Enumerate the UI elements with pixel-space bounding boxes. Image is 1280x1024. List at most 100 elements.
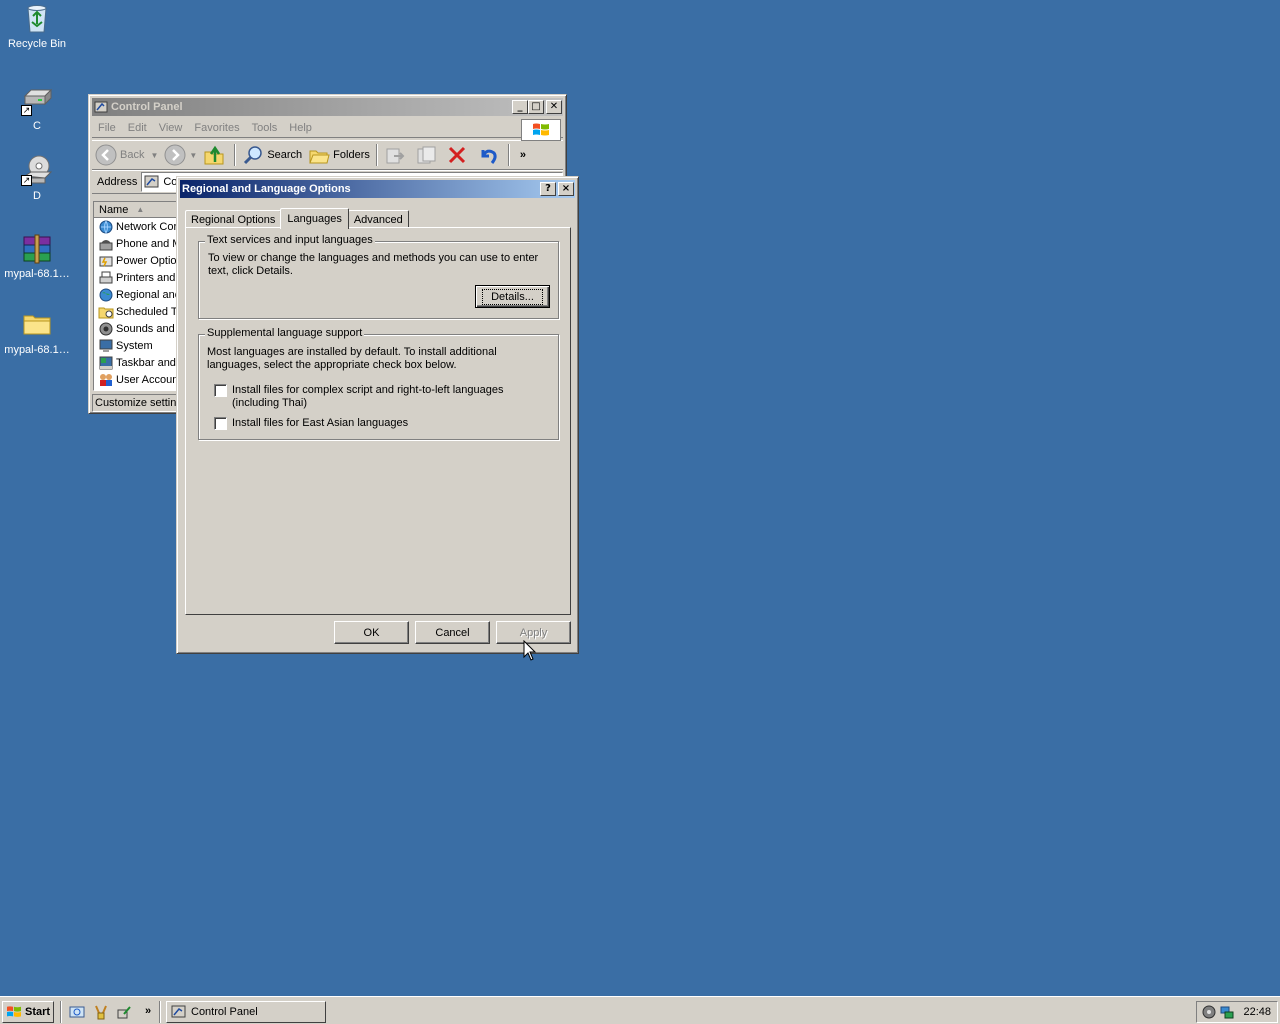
toolbar-separator bbox=[507, 144, 510, 166]
desktop-icon-recycle-bin[interactable]: Recycle Bin bbox=[0, 2, 74, 51]
speaker-icon bbox=[99, 322, 113, 335]
move-to-button[interactable] bbox=[381, 143, 412, 167]
shortcut-arrow-icon: ↗ bbox=[21, 105, 32, 116]
close-button[interactable]: ✕ bbox=[546, 100, 562, 114]
tab-advanced[interactable]: Advanced bbox=[347, 210, 409, 228]
tray-network-icon[interactable] bbox=[1219, 1004, 1235, 1020]
menu-edit[interactable]: Edit bbox=[122, 122, 153, 134]
menu-tools[interactable]: Tools bbox=[246, 122, 284, 134]
cancel-button[interactable]: Cancel bbox=[415, 621, 490, 644]
search-button[interactable]: Search bbox=[239, 143, 305, 167]
text-services-description: To view or change the languages and meth… bbox=[208, 252, 539, 277]
menu-file[interactable]: File bbox=[92, 122, 122, 134]
menu-view[interactable]: View bbox=[153, 122, 189, 134]
taskbar-button-label: Control Panel bbox=[191, 1006, 258, 1018]
tab-regional-options[interactable]: Regional Options bbox=[185, 210, 282, 228]
languages-tab-panel: Text services and input languages To vie… bbox=[185, 227, 571, 615]
back-button[interactable]: Back ▼ bbox=[92, 143, 161, 167]
desktop-icon-mypal-archive[interactable]: mypal-68.1… bbox=[0, 232, 74, 281]
toolbar-separator bbox=[375, 144, 378, 166]
address-label: Address bbox=[97, 176, 138, 188]
text-services-group: Text services and input languages To vie… bbox=[198, 234, 559, 319]
toolbar-separator bbox=[234, 144, 237, 166]
phone-icon bbox=[99, 239, 113, 250]
east-asian-checkbox[interactable] bbox=[214, 417, 227, 430]
taskbar-button-control-panel[interactable]: Control Panel bbox=[166, 1001, 326, 1023]
up-folder-icon bbox=[204, 145, 224, 165]
clock[interactable]: 22:48 bbox=[1243, 1006, 1271, 1018]
list-item-label: Scheduled T bbox=[116, 305, 178, 318]
desktop-icon-label: mypal-68.1… bbox=[4, 268, 70, 280]
back-label: Back bbox=[120, 149, 145, 161]
control-panel-icon bbox=[144, 175, 159, 188]
control-panel-titlebar[interactable]: Control Panel _ □ ✕ bbox=[92, 98, 563, 116]
east-asian-checkbox-label[interactable]: Install files for East Asian languages bbox=[232, 417, 552, 430]
list-item-label: System bbox=[116, 339, 153, 352]
complex-script-checkbox[interactable] bbox=[214, 384, 227, 397]
control-panel-icon bbox=[171, 1005, 186, 1018]
ok-button[interactable]: OK bbox=[334, 621, 409, 644]
help-button[interactable]: ? bbox=[540, 182, 556, 196]
group-title: Supplemental language support bbox=[205, 327, 365, 339]
undo-button[interactable] bbox=[474, 143, 505, 167]
menu-favorites[interactable]: Favorites bbox=[188, 122, 245, 134]
folders-button[interactable]: Folders bbox=[305, 143, 373, 167]
quick-launch-separator bbox=[60, 1001, 62, 1023]
back-arrow-icon bbox=[95, 144, 117, 166]
settings-tools-icon[interactable] bbox=[116, 1004, 132, 1020]
shortcut-arrow-icon: ↗ bbox=[21, 175, 32, 186]
sort-ascending-icon: ▲ bbox=[136, 205, 145, 214]
start-button[interactable]: Start bbox=[2, 1001, 54, 1023]
tab-languages[interactable]: Languages bbox=[280, 208, 349, 229]
tray-speaker-icon[interactable] bbox=[1201, 1004, 1217, 1020]
desktop-icon-mypal-folder[interactable]: mypal-68.1… bbox=[0, 308, 74, 357]
move-to-icon bbox=[386, 148, 405, 164]
regional-language-dialog[interactable]: Regional and Language Options ? × Region… bbox=[176, 176, 579, 654]
details-button[interactable]: Details... bbox=[475, 285, 550, 308]
search-label: Search bbox=[267, 149, 303, 161]
recycle-bin-icon bbox=[21, 2, 53, 34]
supplemental-language-group: Supplemental language support Most langu… bbox=[198, 327, 559, 440]
scheduled-tasks-folder-icon bbox=[98, 307, 114, 318]
paintbrush-icon[interactable] bbox=[93, 1004, 109, 1020]
complex-script-checkbox-label[interactable]: Install files for complex script and rig… bbox=[232, 384, 552, 410]
copy-to-button[interactable] bbox=[412, 143, 443, 167]
desktop-icon-label: C bbox=[33, 120, 41, 132]
desktop-icon-drive-c[interactable]: ↗ C bbox=[0, 84, 74, 133]
delete-button[interactable] bbox=[443, 143, 474, 167]
list-item-label: Sounds and , bbox=[116, 322, 181, 335]
dialog-titlebar[interactable]: Regional and Language Options ? × bbox=[180, 180, 575, 198]
system-computer-icon bbox=[99, 339, 113, 352]
printer-icon bbox=[99, 271, 113, 283]
menu-bar: File Edit View Favorites Tools Help bbox=[92, 118, 563, 141]
forward-button[interactable]: ▼ bbox=[161, 143, 200, 167]
maximize-button[interactable]: □ bbox=[528, 100, 544, 114]
show-desktop-icon[interactable] bbox=[69, 1004, 85, 1020]
control-panel-icon bbox=[94, 101, 108, 113]
quick-launch-separator bbox=[159, 1001, 161, 1023]
minimize-button[interactable]: _ bbox=[512, 100, 528, 114]
list-item-label: Taskbar and bbox=[116, 356, 176, 369]
desktop-icon-label: Recycle Bin bbox=[7, 38, 67, 50]
menu-help[interactable]: Help bbox=[283, 122, 318, 134]
search-icon bbox=[244, 146, 263, 165]
winrar-archive-icon bbox=[21, 232, 53, 264]
close-button[interactable]: × bbox=[558, 182, 574, 196]
supplemental-description: Most languages are installed by default.… bbox=[207, 346, 497, 371]
back-dropdown-icon[interactable]: ▼ bbox=[150, 151, 158, 160]
undo-icon bbox=[481, 149, 497, 164]
list-item-label: Power Optio bbox=[116, 254, 177, 267]
apply-button[interactable]: Apply bbox=[496, 621, 571, 644]
forward-arrow-icon bbox=[164, 144, 186, 166]
quick-launch-more-chevron[interactable]: » bbox=[142, 999, 154, 1023]
dialog-title: Regional and Language Options bbox=[182, 183, 351, 195]
desktop-icon-drive-d[interactable]: ↗ D bbox=[0, 154, 74, 203]
up-folder-button[interactable] bbox=[200, 143, 231, 167]
toolbar-more-chevron[interactable]: » bbox=[517, 143, 529, 167]
list-item-label: User Accoun bbox=[116, 373, 179, 386]
details-button-label: Details... bbox=[482, 288, 543, 305]
windows-flag-icon bbox=[7, 1006, 21, 1017]
system-tray: 22:48 bbox=[1196, 1001, 1278, 1023]
forward-dropdown-icon[interactable]: ▼ bbox=[189, 151, 197, 160]
desktop-icon-label: D bbox=[33, 190, 41, 202]
